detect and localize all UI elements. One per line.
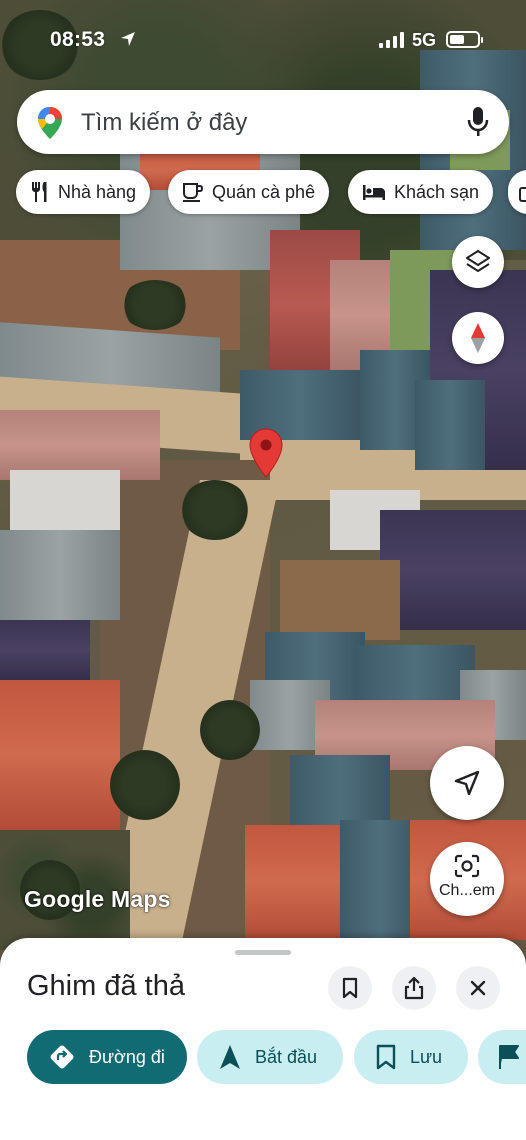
bookmark-icon: [376, 1044, 396, 1070]
chip-label: Khách sạn: [394, 181, 480, 202]
share-button[interactable]: [392, 966, 436, 1010]
map-pin-icon: [249, 428, 283, 478]
battery-level: [450, 35, 464, 44]
lens-label: Ch...em: [438, 882, 495, 899]
shopping-icon: [519, 187, 526, 202]
search-bar[interactable]: Tìm kiếm ở đây: [17, 90, 509, 154]
network-type: 5G: [412, 30, 437, 50]
start-button[interactable]: Bắt đầu: [197, 1030, 343, 1084]
dropped-pin-marker[interactable]: [249, 428, 283, 483]
compass-button[interactable]: [452, 312, 504, 364]
close-icon: [470, 980, 486, 996]
layers-icon: [466, 250, 490, 272]
chip-restaurants[interactable]: Nhà hàng: [16, 170, 151, 214]
sheet-drag-handle[interactable]: [235, 950, 291, 955]
coffee-icon: [183, 183, 204, 202]
save-icon-button[interactable]: [328, 966, 372, 1010]
camera-search-icon: [454, 854, 480, 878]
close-button[interactable]: [456, 966, 500, 1010]
flag-icon: [499, 1045, 519, 1069]
chip-hotels[interactable]: Khách sạn: [348, 170, 494, 214]
location-arrow-icon: [120, 31, 136, 52]
recenter-button[interactable]: [430, 746, 504, 820]
chip-coffee[interactable]: Quán cà phê: [168, 170, 330, 214]
restaurant-icon: [32, 182, 47, 202]
chip-label: Quán cà phê: [212, 181, 316, 202]
layers-button[interactable]: [452, 236, 504, 288]
microphone-icon[interactable]: [467, 106, 489, 143]
save-label: Lưu: [410, 1046, 443, 1067]
search-input[interactable]: Tìm kiếm ở đây: [81, 109, 247, 137]
share-icon: [404, 976, 424, 1000]
google-maps-watermark: Google Maps: [24, 886, 171, 912]
directions-label: Đường đi: [89, 1046, 165, 1067]
status-time: 08:53: [50, 28, 106, 51]
lens-button[interactable]: Ch...em: [430, 842, 504, 916]
battery-icon: [446, 31, 483, 48]
compass-icon: [471, 323, 485, 353]
more-actions-button[interactable]: [478, 1030, 526, 1084]
directions-icon: [50, 1045, 74, 1069]
place-bottom-sheet[interactable]: Ghim đã thả Đường đi Bắt đầu Lưu: [0, 938, 526, 1140]
navigation-icon: [220, 1045, 240, 1069]
chip-label: Nhà hàng: [58, 181, 137, 202]
bookmark-icon: [342, 977, 358, 999]
directions-button[interactable]: Đường đi: [27, 1030, 187, 1084]
start-label: Bắt đầu: [255, 1046, 318, 1067]
status-bar: 08:53 5G: [0, 22, 526, 58]
save-button[interactable]: Lưu: [354, 1030, 468, 1084]
hotel-icon: [363, 185, 385, 200]
place-title: Ghim đã thả: [27, 970, 185, 1002]
cellular-signal-icon: [379, 32, 405, 53]
navigation-arrow-icon: [454, 770, 480, 796]
google-maps-pin-icon: [37, 106, 63, 145]
